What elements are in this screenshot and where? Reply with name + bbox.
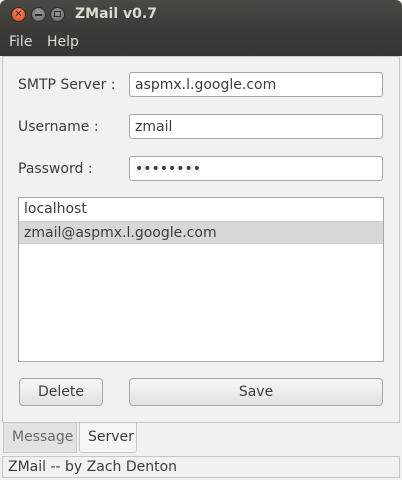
password-label: Password : <box>18 161 93 177</box>
tab-bar: Message Server <box>0 423 402 454</box>
username-label: Username : <box>18 119 99 135</box>
account-list-item[interactable]: localhost <box>19 198 383 221</box>
delete-button[interactable]: Delete <box>19 378 103 406</box>
menu-bar: File Help <box>0 29 402 56</box>
close-icon: ✕ <box>14 9 23 20</box>
minimize-window-button[interactable] <box>31 7 46 22</box>
smtp-server-input[interactable] <box>129 72 383 97</box>
save-button[interactable]: Save <box>129 378 383 406</box>
minimize-icon <box>35 14 42 16</box>
status-bar: ZMail -- by Zach Denton <box>2 456 400 478</box>
smtp-server-label: SMTP Server : <box>18 77 116 93</box>
maximize-window-button[interactable] <box>50 7 65 22</box>
maximize-icon <box>54 11 61 17</box>
tab-server[interactable]: Server <box>79 423 137 453</box>
account-list-item-selected[interactable]: zmail@aspmx.l.google.com <box>19 221 383 244</box>
tab-message[interactable]: Message <box>3 423 77 453</box>
username-input[interactable] <box>129 114 383 139</box>
window-title: ZMail v0.7 <box>75 6 157 22</box>
title-bar: ✕ ZMail v0.7 <box>0 0 402 29</box>
menu-help[interactable]: Help <box>47 34 79 50</box>
close-window-button[interactable]: ✕ <box>11 7 26 22</box>
password-input[interactable] <box>129 156 383 181</box>
account-list[interactable]: localhost zmail@aspmx.l.google.com <box>18 197 384 362</box>
menu-file[interactable]: File <box>9 34 32 50</box>
